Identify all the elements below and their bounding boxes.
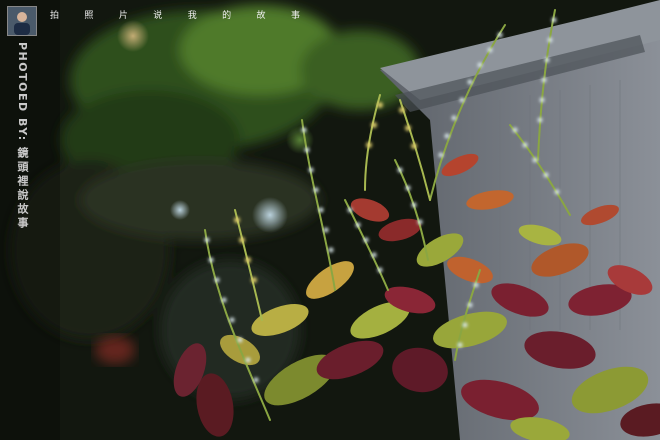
photo-credit: PHOTOED BY: 鏡頭裡說故事 (8, 42, 30, 231)
title-char: 片 (118, 10, 128, 21)
title-char: 照 (84, 10, 94, 21)
title-char: 说 (153, 10, 163, 21)
title-char: 我 (187, 10, 197, 21)
avatar-icon (8, 7, 36, 35)
avatar[interactable] (7, 6, 37, 36)
title-char: 事 (290, 10, 300, 21)
bokeh-light (117, 20, 149, 52)
title-char: 的 (222, 10, 232, 21)
photo-scene (0, 0, 660, 440)
credit-prefix: PHOTOED BY: (16, 42, 29, 142)
bokeh-light (286, 126, 314, 154)
photo-frame: 拍 照 片 说 我 的 故 事 PHOTOED BY: 鏡頭裡說故事 (0, 0, 660, 440)
bokeh-light (170, 200, 190, 220)
title-char: 拍 (50, 10, 60, 21)
bokeh-light (252, 197, 288, 233)
title-char: 故 (256, 10, 266, 21)
watermark-title: 拍 照 片 说 我 的 故 事 (50, 7, 300, 21)
credit-name: 鏡頭裡說故事 (16, 146, 29, 231)
bokeh-red (95, 336, 135, 364)
